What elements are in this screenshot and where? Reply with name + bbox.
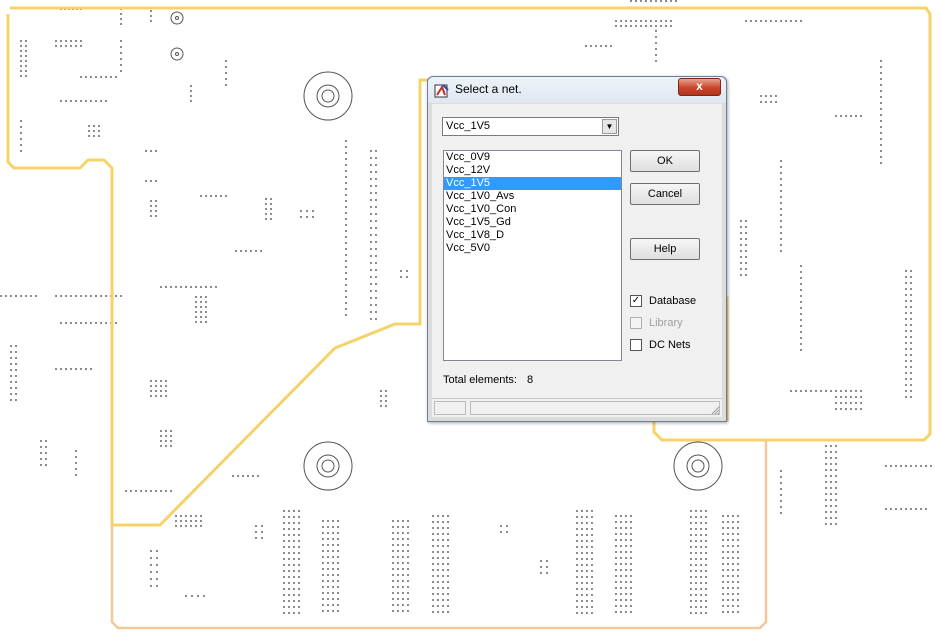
fiducial-icon — [170, 47, 184, 61]
net-list-item[interactable]: Vcc_1V8_D — [444, 229, 621, 242]
dialog-body: Vcc_1V5 ▼ Vcc_0V9 Vcc_12V Vcc_1V5 Vcc_1V0_A… — [432, 104, 722, 417]
fiducial-icon — [170, 11, 184, 25]
net-list-item[interactable]: Vcc_1V5 — [444, 177, 621, 190]
dialog-title: Select a net. — [455, 82, 522, 96]
close-icon: x — [696, 79, 703, 93]
dialog-titlebar[interactable]: Select a net. x — [428, 77, 726, 103]
total-elements-count: 8 — [527, 374, 534, 386]
library-checkbox-box — [630, 317, 642, 329]
dropdown-arrow-icon[interactable]: ▼ — [602, 119, 617, 134]
size-grip-icon[interactable] — [710, 405, 720, 415]
net-list-item[interactable]: Vcc_0V9 — [444, 151, 621, 164]
ok-button[interactable]: OK — [630, 150, 700, 172]
status-pane — [434, 401, 466, 415]
net-list-item[interactable]: Vcc_12V — [444, 164, 621, 177]
status-pane — [470, 401, 720, 415]
net-list-item[interactable]: Vcc_1V0_Con — [444, 203, 621, 216]
total-elements-label: Total elements: — [443, 374, 517, 386]
net-combobox-value: Vcc_1V5 — [446, 120, 491, 132]
close-button[interactable]: x — [678, 78, 721, 96]
status-bar — [432, 398, 722, 417]
dc-nets-checkbox-label: DC Nets — [649, 339, 691, 351]
mounting-hole-icon — [303, 71, 353, 121]
library-checkbox-label: Library — [649, 317, 683, 329]
net-list-item[interactable]: Vcc_1V0_Avs — [444, 190, 621, 203]
cancel-button[interactable]: Cancel — [630, 183, 700, 205]
mounting-hole-icon — [673, 441, 723, 491]
help-button[interactable]: Help — [630, 238, 700, 260]
database-checkbox-box[interactable]: ✓ — [630, 295, 642, 307]
app-icon — [434, 84, 449, 98]
database-checkbox-label: Database — [649, 295, 697, 307]
total-elements: Total elements: 8 — [443, 374, 533, 386]
net-combobox[interactable]: Vcc_1V5 ▼ — [442, 117, 619, 136]
net-list-item[interactable]: Vcc_5V0 — [444, 242, 621, 255]
dc-nets-checkbox-box[interactable] — [630, 339, 642, 351]
net-list-item[interactable]: Vcc_1V5_Gd — [444, 216, 621, 229]
mounting-hole-icon — [303, 441, 353, 491]
net-listbox[interactable]: Vcc_0V9 Vcc_12V Vcc_1V5 Vcc_1V0_Avs Vcc_1V0_… — [443, 150, 622, 361]
select-net-dialog: Select a net. x Vcc_1V5 ▼ Vcc_0V9 Vcc_12V… — [427, 76, 727, 422]
